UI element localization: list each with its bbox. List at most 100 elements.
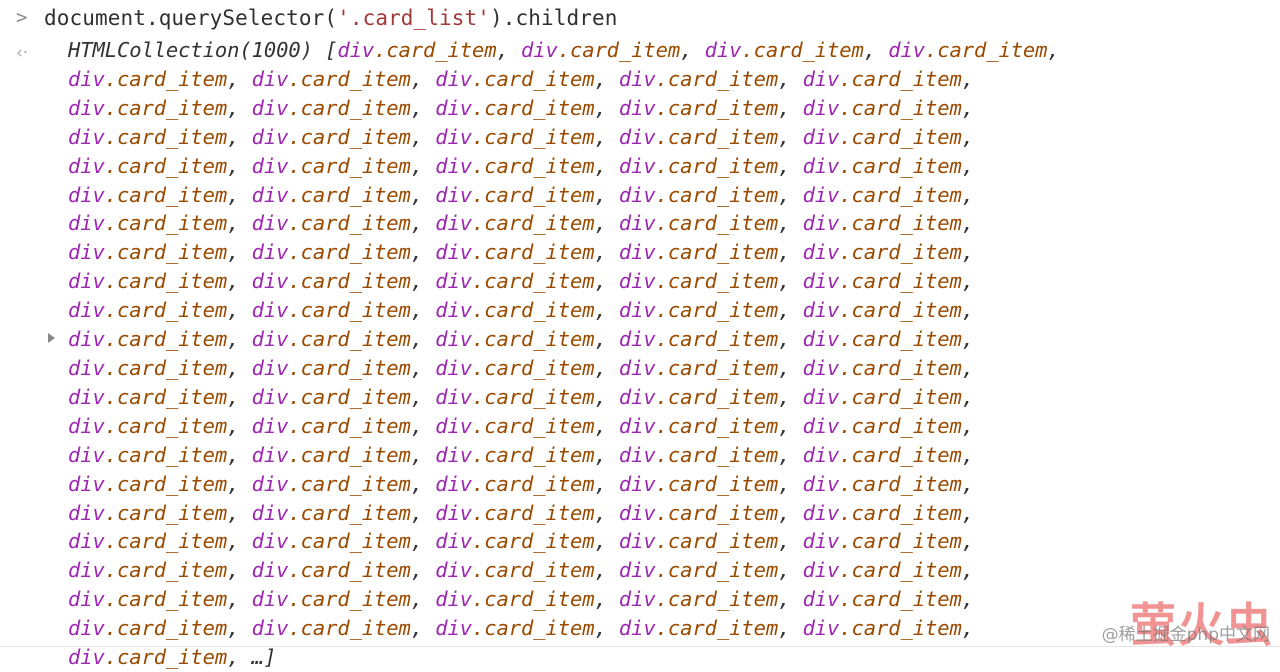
element-class-name: .card_item: [655, 384, 779, 409]
element-tag-name: div: [435, 211, 473, 236]
element-tag-name: div: [435, 587, 473, 612]
element-tag-name: div: [68, 95, 105, 120]
element-class-name: .card_item: [288, 298, 411, 323]
element-tag-name: div: [251, 66, 289, 91]
list-separator: ,: [778, 153, 803, 178]
element-class-name: .card_item: [472, 327, 595, 352]
console-result-block[interactable]: ‹· HTMLCollection(1000) [div.card_item, …: [0, 36, 1280, 672]
element-tag-name: div: [68, 355, 105, 380]
command-suffix: ).children: [490, 5, 618, 30]
element-tag-name: div: [802, 587, 840, 612]
element-class-name: .card_item: [472, 240, 595, 265]
list-separator: ,: [594, 124, 619, 149]
element-tag-name: div: [251, 471, 289, 496]
element-tag-name: div: [618, 587, 656, 612]
console-command-row[interactable]: > document.querySelector('.card_list').c…: [0, 0, 1280, 36]
element-class-name: .card_item: [104, 327, 228, 352]
list-separator: ,: [594, 413, 619, 438]
list-separator: ,: [410, 327, 436, 352]
element-tag-name: div: [251, 587, 289, 612]
element-tag-name: div: [251, 269, 289, 294]
element-class-name: .card_item: [839, 124, 962, 149]
element-class-name: .card_item: [655, 355, 779, 380]
element-class-name: .card_item: [288, 240, 411, 265]
list-separator: ,: [227, 558, 252, 583]
list-separator: ,: [961, 442, 987, 467]
console-command-text[interactable]: document.querySelector('.card_list').chi…: [44, 5, 617, 31]
list-separator: ,: [778, 471, 803, 496]
element-class-name: .card_item: [104, 500, 228, 525]
list-separator: ,: [778, 298, 803, 323]
element-tag-name: div: [68, 384, 105, 409]
element-class-name: .card_item: [655, 182, 779, 207]
list-separator: ,: [410, 384, 436, 409]
element-tag-name: div: [618, 182, 656, 207]
element-tag-name: div: [618, 413, 656, 438]
result-line: div.card_item, div.card_item, div.card_i…: [68, 614, 1272, 643]
list-separator: ,: [227, 529, 252, 554]
result-line: div.card_item, div.card_item, div.card_i…: [68, 527, 1272, 556]
list-separator: ,: [594, 298, 619, 323]
element-tag-name: div: [802, 124, 840, 149]
list-separator: ,: [594, 95, 619, 120]
element-tag-name: div: [435, 471, 473, 496]
list-separator: ,: [410, 124, 436, 149]
element-class-name: .card_item: [925, 38, 1048, 62]
htmlcollection-output: HTMLCollection(1000) [div.card_item, div…: [68, 36, 1272, 672]
element-tag-name: div: [435, 413, 473, 438]
return-value-icon: ‹·: [16, 43, 29, 63]
element-tag-name: div: [618, 355, 656, 380]
element-tag-name: div: [618, 153, 656, 178]
element-class-name: .card_item: [472, 95, 595, 120]
element-class-name: .card_item: [288, 616, 411, 641]
list-separator: ,: [227, 471, 252, 496]
element-class-name: .card_item: [104, 269, 228, 294]
list-separator: ,: [410, 529, 436, 554]
list-separator: ,: [778, 355, 803, 380]
list-separator: ,: [961, 95, 987, 120]
element-tag-name: div: [251, 413, 289, 438]
element-tag-name: div: [435, 355, 473, 380]
element-class-name: .card_item: [104, 95, 228, 120]
result-line-last: div.card_item, …]: [68, 643, 1272, 672]
command-string-literal: '.card_list': [337, 5, 491, 30]
element-tag-name: div: [251, 95, 289, 120]
element-class-name: .card_item: [288, 66, 411, 91]
element-class-name: .card_item: [839, 240, 962, 265]
list-separator: ,: [410, 558, 436, 583]
list-separator: ,: [410, 269, 436, 294]
list-separator: ,: [410, 211, 436, 236]
element-tag-name: div: [618, 66, 656, 91]
element-tag-name: div: [251, 384, 289, 409]
result-line: div.card_item, div.card_item, div.card_i…: [68, 383, 1272, 412]
element-tag-name: div: [435, 558, 473, 583]
panel-divider: [0, 646, 1280, 647]
element-class-name: .card_item: [288, 471, 411, 496]
element-tag-name: div: [618, 471, 656, 496]
list-separator: ,: [594, 211, 619, 236]
element-tag-name: div: [68, 182, 105, 207]
result-line: div.card_item, div.card_item, div.card_i…: [68, 470, 1272, 499]
element-tag-name: div: [68, 471, 105, 496]
element-tag-name: div: [704, 38, 742, 62]
element-tag-name: div: [251, 616, 289, 641]
element-tag-name: div: [802, 529, 840, 554]
element-class-name: .card_item: [472, 500, 595, 525]
element-tag-name: div: [802, 211, 840, 236]
element-tag-name: div: [435, 240, 473, 265]
list-separator: ,: [227, 384, 252, 409]
element-class-name: .card_item: [288, 327, 411, 352]
list-separator: ,: [594, 500, 619, 525]
element-tag-name: div: [337, 38, 375, 62]
list-separator: ,: [594, 529, 619, 554]
element-tag-name: div: [435, 529, 473, 554]
element-tag-name: div: [251, 355, 289, 380]
list-separator: ,: [227, 327, 252, 352]
element-class-name: .card_item: [839, 182, 962, 207]
element-tag-name: div: [68, 645, 105, 670]
expand-triangle-icon[interactable]: [48, 333, 55, 343]
list-separator: ,: [227, 153, 252, 178]
list-separator: ,: [594, 66, 619, 91]
list-separator: ,: [410, 153, 436, 178]
element-tag-name: div: [802, 413, 840, 438]
